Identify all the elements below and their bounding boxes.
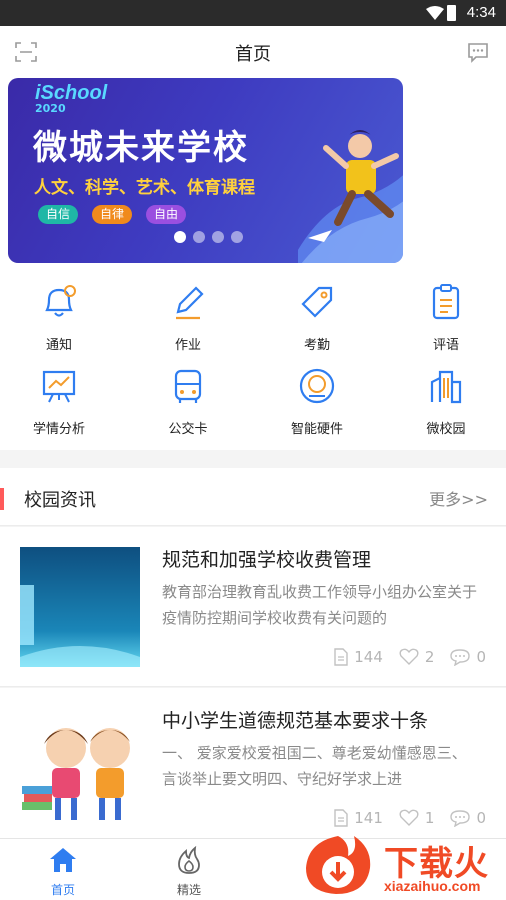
heart-icon	[399, 648, 419, 665]
watermark-url: xiazaihuo.com	[384, 878, 481, 894]
comments-count: 0	[476, 809, 486, 827]
page-title: 首页	[235, 44, 271, 65]
app-bar: 首页	[0, 26, 506, 78]
bell-icon	[45, 285, 76, 317]
section-accent-bar	[0, 488, 4, 510]
grid-item-label: 智能硬件	[290, 422, 343, 437]
news-stats: 141 1 0	[334, 809, 486, 827]
carousel-dot[interactable]	[212, 231, 224, 243]
banner-subline: 人文、科学、艺术、体育课程	[34, 178, 255, 198]
carousel-dot[interactable]	[174, 231, 186, 243]
chart-board-icon	[42, 370, 76, 403]
banner-tag: 自信	[38, 205, 79, 224]
likes-count: 1	[424, 809, 435, 827]
grid-item-smart-hardware[interactable]: 智能硬件	[267, 364, 367, 437]
grid-item-notice[interactable]: 通知	[9, 280, 109, 353]
news-item[interactable]: 规范和加强学校收费管理 教育部治理教育乱收费工作领导小组办公室关于疫情防控期间学…	[0, 527, 506, 687]
home-icon	[50, 848, 76, 872]
news-stats: 144 2 0	[334, 648, 486, 666]
carousel-indicator	[174, 231, 243, 243]
likes-stat[interactable]: 1	[399, 809, 435, 827]
news-summary: 教育部治理教育乱收费工作领导小组办公室关于疫情防控期间学校收费有关问题的	[162, 583, 478, 627]
building-icon	[430, 370, 462, 404]
watermark-logo	[306, 836, 371, 894]
wifi-icon	[426, 6, 444, 20]
tab-label: 精选	[176, 883, 201, 897]
news-summary: 一、 爱家爱校爱祖国二、尊老爱幼懂感恩三、言谈举止要文明四、守纪好学求上进	[162, 744, 467, 788]
document-icon	[334, 648, 348, 666]
grid-item-comments[interactable]: 评语	[396, 280, 496, 353]
banner-tag: 自律	[92, 205, 133, 224]
likes-count: 2	[424, 648, 435, 666]
grid-item-label: 微校园	[426, 422, 466, 437]
news-title: 中小学生道德规范基本要求十条	[162, 710, 429, 732]
banner-illustration	[298, 130, 403, 263]
carousel-dot[interactable]	[193, 231, 205, 243]
grid-item-label: 学情分析	[32, 422, 85, 437]
bus-icon	[174, 369, 202, 403]
grid-item-analysis[interactable]: 学情分析	[9, 364, 109, 437]
grid-item-label: 通知	[45, 338, 72, 353]
message-icon[interactable]	[466, 40, 490, 64]
banner-tag: 自由	[146, 205, 187, 224]
grid-item-label: 作业	[174, 338, 201, 353]
views-count: 141	[354, 809, 383, 827]
views-stat: 144	[334, 648, 383, 666]
more-link[interactable]: 更多>>	[429, 486, 488, 510]
heart-icon	[399, 809, 419, 826]
likes-stat[interactable]: 2	[399, 648, 435, 666]
tab-featured[interactable]: 精选	[154, 845, 224, 898]
device-icon	[299, 368, 335, 404]
grid-item-label: 公交卡	[168, 422, 208, 437]
grid-item-homework[interactable]: 作业	[138, 280, 238, 353]
comment-icon	[450, 649, 471, 666]
battery-icon	[447, 5, 456, 21]
comment-icon	[450, 810, 471, 827]
banner-year: 2020	[35, 102, 66, 115]
comments-stat[interactable]: 0	[450, 809, 486, 827]
comments-stat[interactable]: 0	[450, 648, 486, 666]
site-watermark: 下载火 xiazaihuo.com	[298, 832, 503, 898]
status-bar: 4:34	[0, 0, 506, 26]
carousel-dot[interactable]	[231, 231, 243, 243]
tab-home[interactable]: 首页	[28, 845, 98, 898]
news-section-header: 校园资讯 更多>>	[0, 468, 506, 526]
news-title: 规范和加强学校收费管理	[162, 549, 372, 571]
comments-count: 0	[476, 648, 486, 666]
grid-item-label: 评语	[432, 338, 459, 353]
grid-item-micro-campus[interactable]: 微校园	[396, 364, 496, 437]
grid-item-bus-card[interactable]: 公交卡	[138, 364, 238, 437]
grid-item-attendance[interactable]: 考勤	[267, 280, 367, 353]
views-count: 144	[354, 648, 383, 666]
banner-headline: 微城未来学校	[33, 128, 249, 168]
grid-item-label: 考勤	[303, 338, 330, 353]
flame-icon	[178, 845, 200, 874]
document-icon	[334, 809, 348, 827]
status-time: 4:34	[466, 4, 496, 21]
tab-label: 首页	[50, 883, 75, 897]
news-thumbnail	[20, 708, 140, 828]
news-item[interactable]: 中小学生道德规范基本要求十条 一、 爱家爱校爱祖国二、尊老爱幼懂感恩三、言谈举止…	[0, 688, 506, 848]
tag-icon	[301, 286, 333, 318]
news-section-title: 校园资讯	[24, 490, 96, 511]
views-stat: 141	[334, 809, 383, 827]
clipboard-icon	[432, 284, 460, 320]
promo-banner[interactable]: iSchool 2020 微城未来学校 人文、科学、艺术、体育课程 自信 自律 …	[8, 78, 403, 263]
news-thumbnail	[20, 547, 140, 667]
pencil-icon	[176, 286, 204, 320]
